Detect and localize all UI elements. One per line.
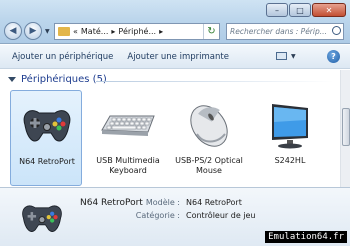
category-value: Contrôleur de jeu xyxy=(186,211,256,220)
back-button[interactable]: ◀ xyxy=(4,22,22,40)
monitor-icon xyxy=(272,104,308,149)
command-bar: Ajouter un périphérique Ajouter une impr… xyxy=(0,45,350,69)
view-options-button[interactable]: ▼ xyxy=(276,52,296,60)
maximize-button[interactable]: □ xyxy=(289,3,311,17)
gamepad-icon xyxy=(23,110,71,142)
device-label: USB Multimedia Keyboard xyxy=(96,156,160,175)
address-bar[interactable]: « Maté... ▸ Périphé... ▸ ↻ xyxy=(54,23,220,40)
devices-pane: Périphériques (5) N64 RetroPort USB Mult… xyxy=(0,70,350,187)
navigation-buttons: ◀ ▶ ▼ xyxy=(4,22,50,40)
vertical-scrollbar[interactable] xyxy=(340,70,350,187)
add-device-button[interactable]: Ajouter un périphérique xyxy=(12,52,113,62)
refresh-button[interactable]: ↻ xyxy=(203,24,219,39)
mouse-icon xyxy=(190,105,228,147)
window-titlebar: – □ ✕ ◀ ▶ ▼ « Maté... ▸ Périphé... ▸ ↻ R… xyxy=(0,0,350,44)
search-icon[interactable] xyxy=(332,26,341,35)
view-icon xyxy=(276,52,287,60)
breadcrumb-peripheriques[interactable]: Périphé... xyxy=(118,27,156,36)
history-dropdown-icon[interactable]: ▼ xyxy=(45,28,50,35)
minimize-button[interactable]: – xyxy=(266,3,288,17)
help-button[interactable]: ? xyxy=(327,50,340,63)
add-printer-button[interactable]: Ajouter une imprimante xyxy=(127,52,229,62)
group-divider xyxy=(96,81,334,82)
group-title: Périphériques (5) xyxy=(21,74,107,85)
breadcrumb-separator-icon[interactable]: ▸ xyxy=(159,27,163,36)
chevron-down-icon: ▼ xyxy=(291,52,296,60)
breadcrumb-separator-icon[interactable]: ▸ xyxy=(111,27,115,36)
watermark: Emulation64.fr xyxy=(265,231,347,243)
model-label: Modèle : xyxy=(145,198,180,207)
device-label: USB-PS/2 Optical Mouse xyxy=(175,156,243,175)
folder-icon xyxy=(58,27,70,36)
breadcrumb-materiel[interactable]: Maté... xyxy=(81,27,109,36)
forward-button[interactable]: ▶ xyxy=(24,22,42,40)
group-header[interactable]: Périphériques (5) xyxy=(8,74,107,85)
device-item[interactable]: S242HL xyxy=(254,90,326,186)
device-item[interactable]: USB-PS/2 Optical Mouse xyxy=(173,90,245,186)
device-label: S242HL xyxy=(274,156,306,165)
search-placeholder: Rechercher dans : Périp... xyxy=(230,27,327,36)
search-input[interactable]: Rechercher dans : Périp... xyxy=(226,23,344,40)
gamepad-icon xyxy=(22,205,62,232)
scrollbar-thumb[interactable] xyxy=(342,108,350,146)
breadcrumb-overflow[interactable]: « xyxy=(73,27,78,36)
device-item[interactable]: N64 RetroPort xyxy=(10,90,82,186)
device-label: N64 RetroPort xyxy=(19,157,75,166)
category-label: Catégorie : xyxy=(135,211,180,220)
keyboard-icon xyxy=(101,115,155,136)
device-item[interactable]: USB Multimedia Keyboard xyxy=(92,90,164,186)
model-value: N64 RetroPort xyxy=(186,198,242,207)
details-pane: N64 RetroPort Modèle : N64 RetroPort Cat… xyxy=(0,187,350,246)
window-controls: – □ ✕ xyxy=(265,3,346,17)
collapse-icon[interactable] xyxy=(8,77,16,82)
close-button[interactable]: ✕ xyxy=(312,3,346,17)
